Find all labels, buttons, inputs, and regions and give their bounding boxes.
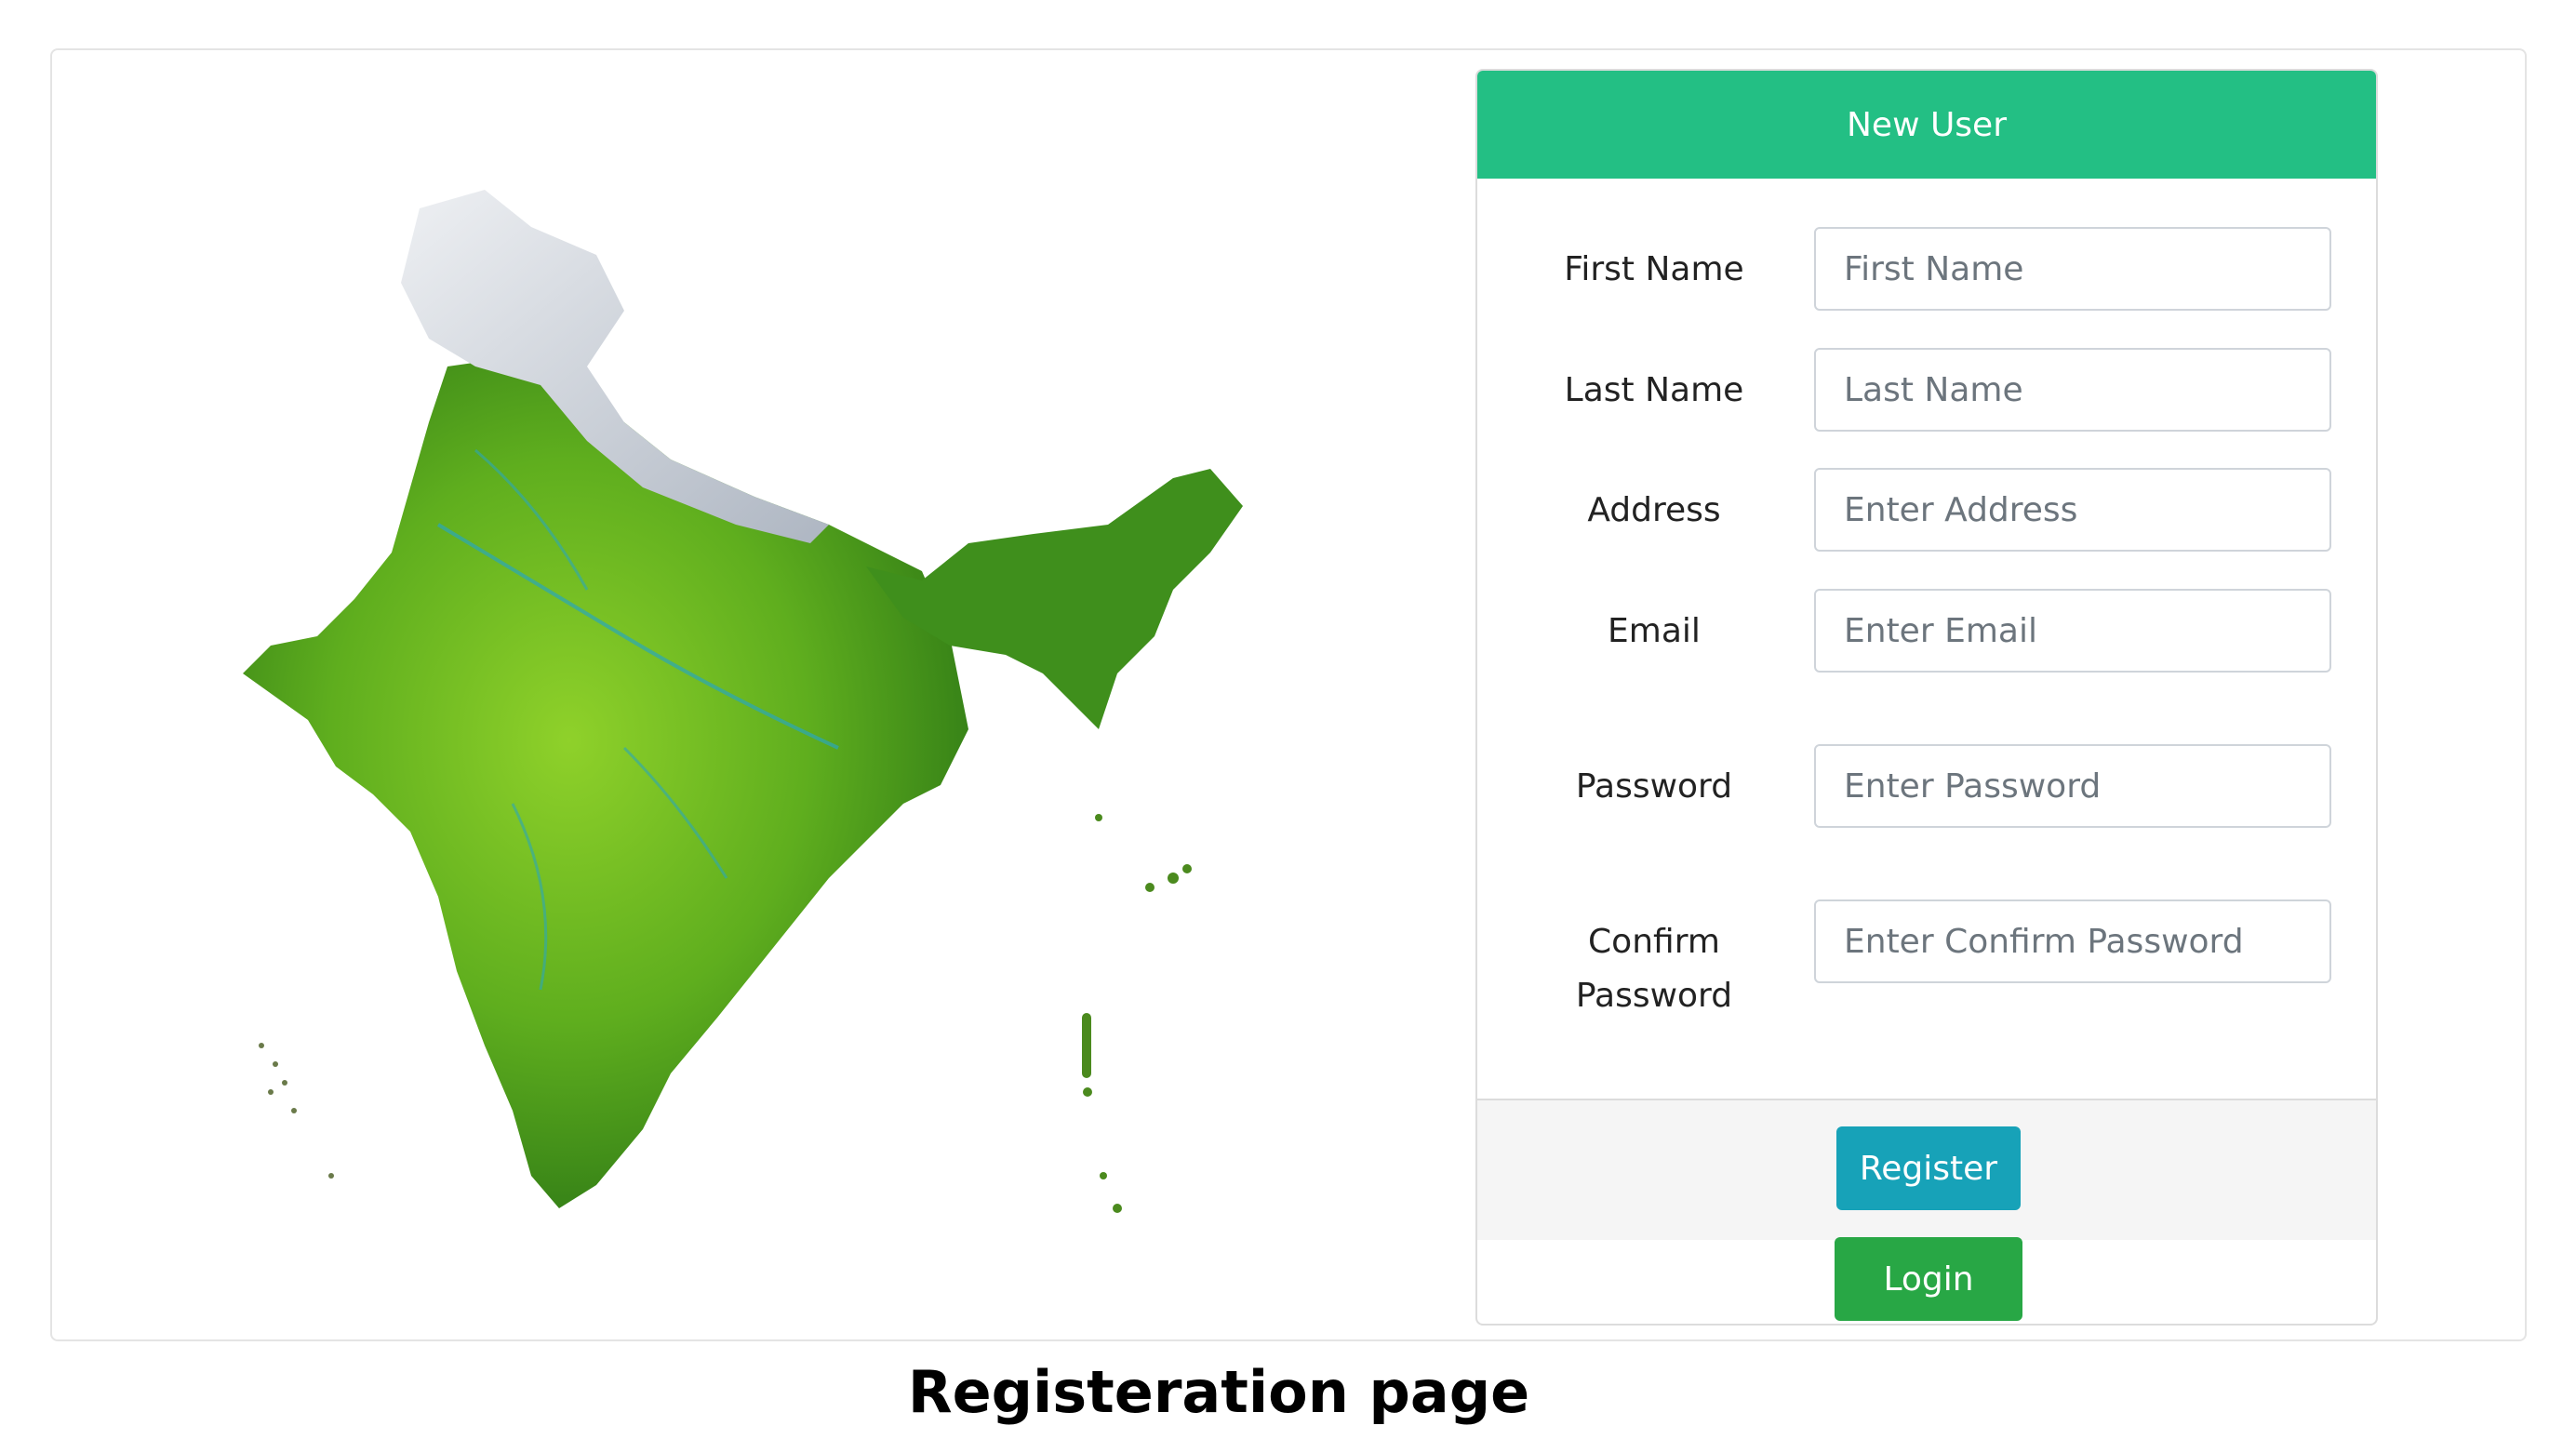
address-input[interactable] xyxy=(1814,468,2331,552)
india-map-image xyxy=(234,153,1257,1232)
form-title: New User xyxy=(1846,105,2008,144)
page-card: New User First Name Last Name Address Em… xyxy=(50,48,2527,1341)
password-label: Password xyxy=(1575,767,1733,806)
last-name-label: Last Name xyxy=(1564,371,1744,409)
new-user-form-card: New User First Name Last Name Address Em… xyxy=(1475,69,2378,1326)
confirm-password-input[interactable] xyxy=(1814,899,2331,983)
email-label: Email xyxy=(1608,612,1701,650)
address-label: Address xyxy=(1587,491,1721,529)
register-button[interactable]: Register xyxy=(1836,1126,2021,1210)
confirm-password-label: Confirm Password xyxy=(1515,915,1794,1023)
page-caption: Registeration page xyxy=(907,1358,1530,1426)
first-name-input[interactable] xyxy=(1814,227,2331,311)
mainland-shape xyxy=(243,357,968,1208)
login-button[interactable]: Login xyxy=(1835,1237,2022,1321)
confirm-password-label-line1: Confirm xyxy=(1588,923,1720,961)
first-name-label: First Name xyxy=(1564,250,1744,288)
form-header: New User xyxy=(1477,71,2376,179)
email-input[interactable] xyxy=(1814,589,2331,673)
confirm-password-label-line2: Password xyxy=(1575,977,1733,1015)
last-name-input[interactable] xyxy=(1814,348,2331,432)
password-input[interactable] xyxy=(1814,744,2331,828)
